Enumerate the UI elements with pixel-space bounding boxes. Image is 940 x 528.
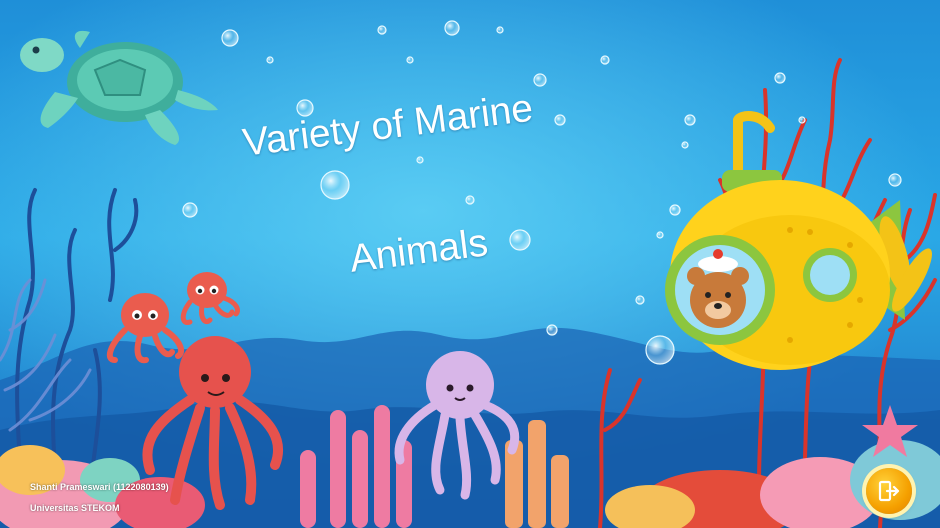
exit-button[interactable] <box>866 468 912 514</box>
author-credit: Shanti Prameswari (1122080139) <box>30 482 169 492</box>
exit-door-icon <box>878 480 900 502</box>
institution-credit: Universitas STEKOM <box>30 503 120 513</box>
slide-canvas: Variety of Marine Animals Shanti Pramesw… <box>0 0 940 528</box>
